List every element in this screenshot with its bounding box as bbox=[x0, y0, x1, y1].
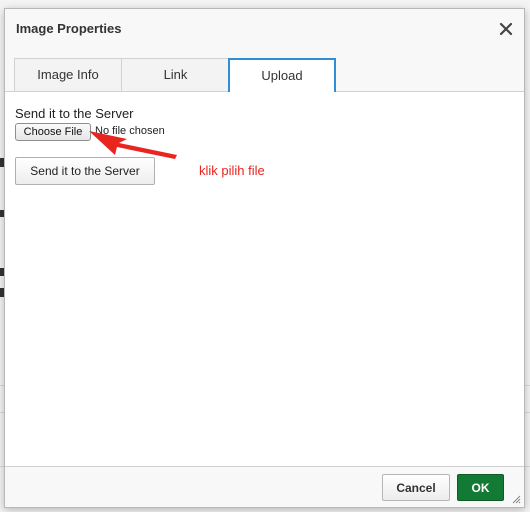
tab-upload[interactable]: Upload bbox=[228, 58, 336, 92]
tab-label: Link bbox=[163, 67, 188, 82]
image-properties-dialog: Image Properties Image Info Link Upload … bbox=[4, 8, 525, 508]
tab-label: Image Info bbox=[37, 67, 99, 82]
tab-link[interactable]: Link bbox=[121, 58, 230, 91]
ok-button[interactable]: OK bbox=[457, 474, 504, 501]
close-icon[interactable] bbox=[498, 21, 514, 37]
cancel-button[interactable]: Cancel bbox=[382, 474, 450, 501]
tab-bar: Image Info Link Upload bbox=[5, 49, 524, 92]
arrow-pointer-icon bbox=[89, 131, 177, 159]
dialog-titlebar[interactable]: Image Properties bbox=[5, 9, 524, 50]
dialog-title: Image Properties bbox=[16, 21, 122, 36]
annotation-label: klik pilih file bbox=[199, 163, 265, 178]
choose-file-button[interactable]: Choose File bbox=[15, 123, 91, 141]
send-to-server-button[interactable]: Send it to the Server bbox=[15, 157, 155, 185]
tab-image-info[interactable]: Image Info bbox=[14, 58, 122, 91]
tab-label: Upload bbox=[261, 68, 303, 83]
resize-grip-icon[interactable] bbox=[511, 494, 521, 504]
upload-field-label: Send it to the Server bbox=[15, 106, 134, 121]
dialog-footer: Cancel OK bbox=[5, 466, 524, 507]
